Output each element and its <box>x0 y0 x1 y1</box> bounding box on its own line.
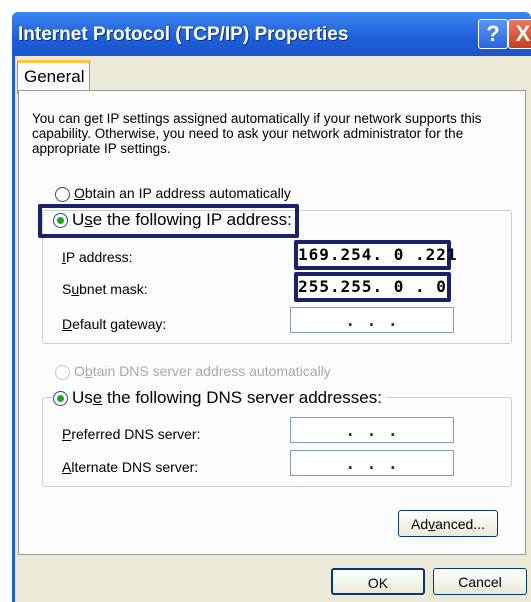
preferred-dns-label: Preferred DNS server: <box>62 426 201 442</box>
window-title: Internet Protocol (TCP/IP) Properties <box>18 24 349 45</box>
subnet-mask-label: Subnet mask: <box>62 281 148 297</box>
advanced-button[interactable]: Advanced... <box>398 510 498 537</box>
radio-obtain-ip-auto[interactable]: Obtain an IP address automatically <box>55 185 291 202</box>
close-button[interactable]: X <box>508 19 531 49</box>
description-text: You can get IP settings assigned automat… <box>32 111 482 156</box>
subnet-mask-field[interactable]: 255.255. 0 . 0 <box>294 272 451 302</box>
help-button[interactable]: ? <box>478 19 508 49</box>
default-gateway-field[interactable]: . . . <box>290 307 454 333</box>
radio-button[interactable] <box>55 186 70 202</box>
ip-address-field[interactable]: 169.254. 0 .221 <box>294 240 457 270</box>
radio-obtain-dns-auto[interactable]: Obtain DNS server address automatically <box>55 363 331 380</box>
radio-use-following-dns[interactable]: Use the following DNS server addresses: <box>53 388 386 408</box>
radio-button[interactable] <box>55 364 70 380</box>
ip-address-label: IP address: <box>62 249 133 265</box>
radio-button[interactable] <box>53 213 68 229</box>
ok-button[interactable]: OK <box>331 568 425 595</box>
radio-button[interactable] <box>53 391 68 407</box>
preferred-dns-field[interactable]: . . . <box>290 417 454 443</box>
default-gateway-label: Default gateway: <box>62 316 167 332</box>
alternate-dns-field[interactable]: . . . <box>290 450 454 476</box>
tab-general[interactable]: General <box>17 60 90 94</box>
cancel-button[interactable]: Cancel <box>433 568 527 595</box>
alternate-dns-label: Alternate DNS server: <box>62 459 199 475</box>
radio-use-following-ip[interactable]: Use the following IP address: <box>53 210 292 230</box>
